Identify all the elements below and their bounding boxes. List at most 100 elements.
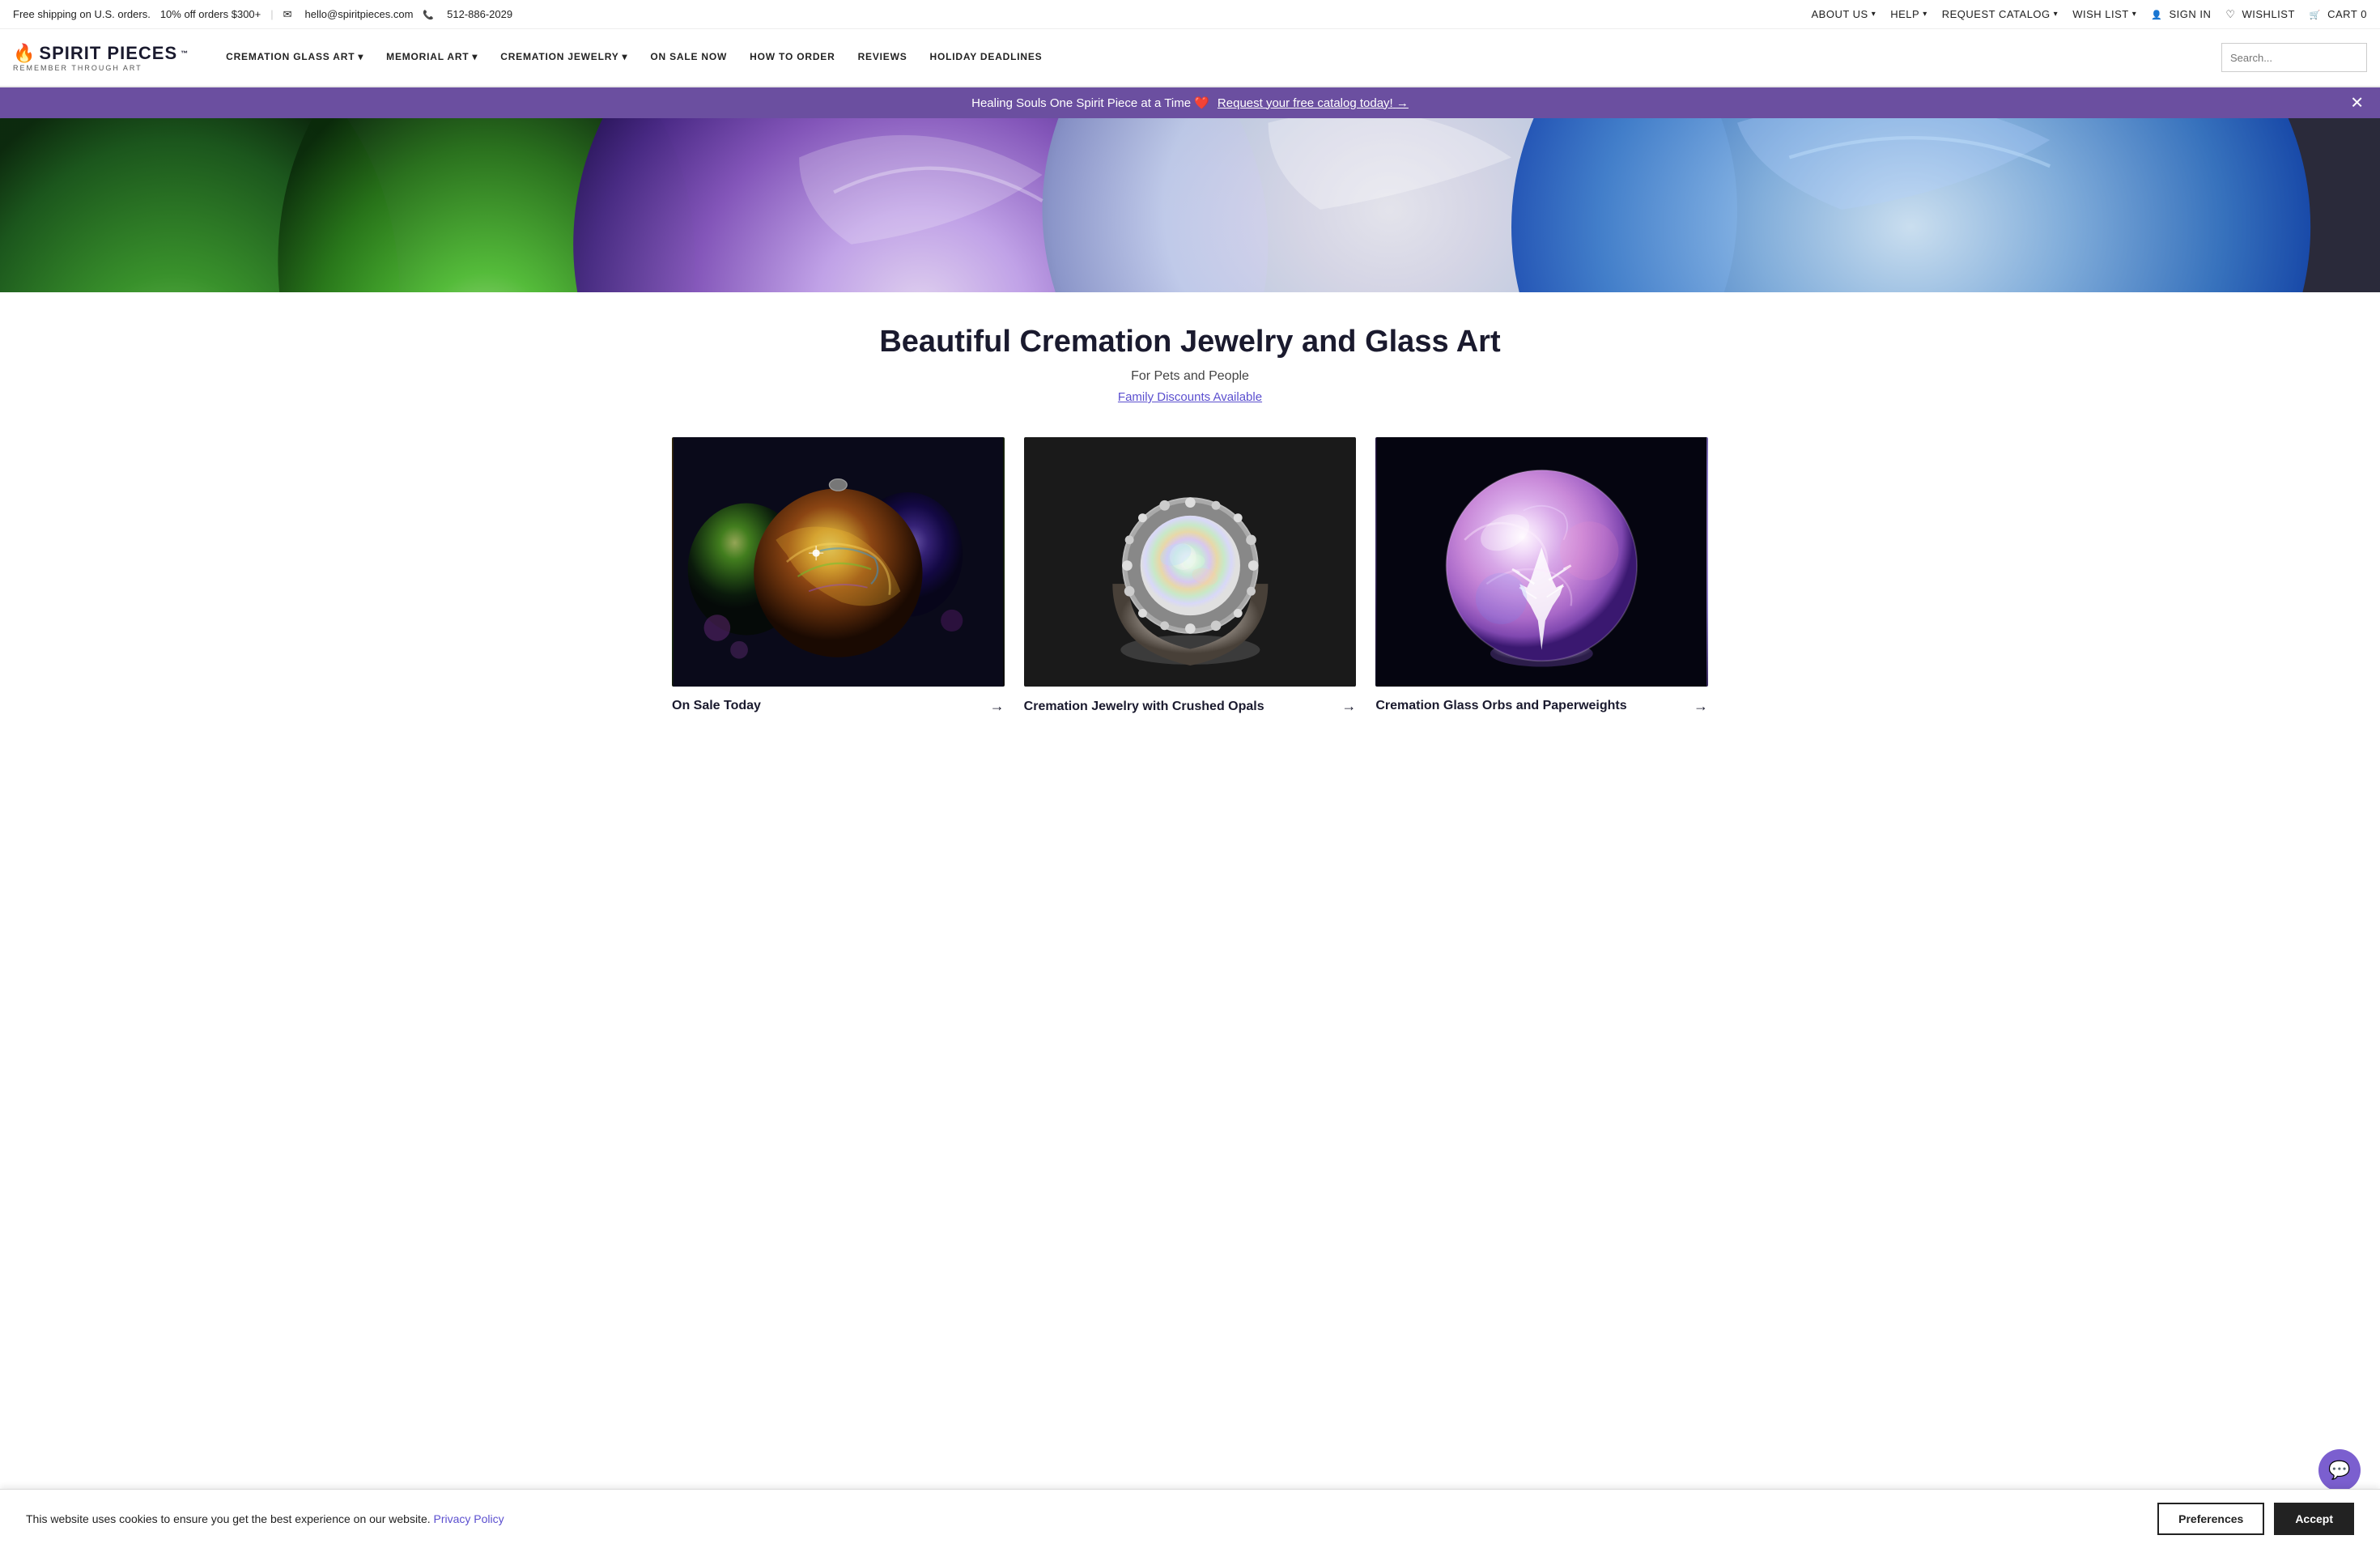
product-image-0	[672, 437, 1005, 687]
sign-in-nav[interactable]: SIGN IN	[2151, 8, 2211, 20]
product-label-0: On Sale Today →	[672, 687, 1005, 721]
nav-cremation-glass-art-chevron: ▾	[358, 51, 363, 62]
email-link[interactable]: hello@spiritpieces.com	[305, 8, 414, 20]
chat-bubble[interactable]: 💬	[2318, 1449, 2361, 1491]
nav-on-sale-now[interactable]: ON SALE NOW	[639, 28, 738, 87]
product-name-0: On Sale Today	[672, 699, 761, 713]
nav-memorial-art-label: MEMORIAL ART	[386, 51, 469, 62]
about-us-chevron: ▾	[1872, 10, 1876, 19]
product-card-0[interactable]: On Sale Today →	[672, 437, 1005, 721]
help-label: HELP	[1890, 8, 1919, 20]
about-us-label: ABOUT US	[1811, 8, 1868, 20]
promo-arrow: →	[1396, 96, 1409, 110]
logo-flame-icon: 🔥	[13, 43, 36, 64]
request-catalog-nav[interactable]: REQUEST CATALOG ▾	[1942, 8, 2058, 20]
help-nav[interactable]: HELP ▾	[1890, 8, 1927, 20]
nav-reviews[interactable]: REVIEWS	[847, 28, 919, 87]
wishlist-label: WISHLIST	[2242, 8, 2295, 20]
nav-holiday-deadlines[interactable]: HOLIDAY DEADLINES	[919, 28, 1054, 87]
divider-1: |	[270, 8, 273, 20]
ring-svg	[1024, 437, 1357, 687]
product-card-2[interactable]: Cremation Glass Orbs and Paperweights →	[1375, 437, 1708, 721]
help-chevron: ▾	[1923, 10, 1927, 19]
glass-orb-svg	[1375, 437, 1708, 687]
hero-title: Beautiful Cremation Jewelry and Glass Ar…	[672, 325, 1708, 359]
product-arrow-1[interactable]: →	[1341, 698, 1356, 715]
promo-banner: Healing Souls One Spirit Piece at a Time…	[0, 87, 2380, 118]
promo-catalog-link[interactable]: Request your free catalog today! →	[1218, 96, 1409, 110]
product-card-1[interactable]: Cremation Jewelry with Crushed Opals →	[1024, 437, 1357, 721]
wishlist-nav[interactable]: WISHLIST	[2225, 8, 2295, 21]
logo[interactable]: 🔥 SPIRIT PIECES ™ REMEMBER THROUGH ART	[13, 43, 189, 72]
nav-on-sale-now-label: ON SALE NOW	[650, 51, 727, 62]
nav-cremation-glass-art[interactable]: CREMATION GLASS ART ▾	[215, 28, 375, 87]
main-nav: 🔥 SPIRIT PIECES ™ REMEMBER THROUGH ART C…	[0, 29, 2380, 87]
cookie-buttons: Preferences Accept	[2157, 1503, 2354, 1535]
logo-trademark: ™	[181, 49, 189, 57]
product-grid: On Sale Today →	[672, 437, 1708, 721]
wish-list-label: WISH LIST	[2072, 8, 2129, 20]
product-arrow-2[interactable]: →	[1694, 698, 1708, 715]
cart-count: 0	[2361, 8, 2367, 20]
nav-how-to-order[interactable]: HOW TO ORDER	[738, 28, 846, 87]
shipping-extra-text: 10% off orders $300+	[160, 8, 261, 20]
nav-cremation-jewelry-label: CREMATION JEWELRY	[500, 51, 618, 62]
logo-tagline: REMEMBER THROUGH ART	[13, 64, 142, 72]
promo-text: Healing Souls One Spirit Piece at a Time…	[971, 96, 1209, 110]
nav-holiday-deadlines-label: HOLIDAY DEADLINES	[930, 51, 1043, 62]
cart-label: CART	[2327, 8, 2357, 20]
nav-cremation-jewelry-chevron: ▾	[623, 51, 628, 62]
promo-close-button[interactable]: ✕	[2350, 93, 2364, 113]
product-name-1: Cremation Jewelry with Crushed Opals	[1024, 700, 1264, 714]
ornament-svg	[672, 437, 1005, 687]
glass-orb-visual	[1375, 437, 1708, 687]
nav-memorial-art-chevron: ▾	[472, 51, 478, 62]
user-icon	[2151, 8, 2165, 20]
request-catalog-label: REQUEST CATALOG	[1942, 8, 2051, 20]
main-content: Beautiful Cremation Jewelry and Glass Ar…	[656, 292, 1724, 738]
cookie-bar: This website uses cookies to ensure you …	[0, 1489, 2380, 1548]
ring-visual	[1024, 437, 1357, 687]
email-icon	[283, 8, 295, 21]
cart-nav[interactable]: CART 0	[2310, 8, 2367, 20]
top-bar-left: Free shipping on U.S. orders. 10% off or…	[13, 8, 1798, 21]
about-us-nav[interactable]: ABOUT US ▾	[1811, 8, 1876, 20]
hero-svg	[0, 118, 2380, 292]
top-bar: Free shipping on U.S. orders. 10% off or…	[0, 0, 2380, 29]
family-discounts-link[interactable]: Family Discounts Available	[1118, 390, 1262, 404]
nav-reviews-label: REVIEWS	[858, 51, 907, 62]
top-bar-right: ABOUT US ▾ HELP ▾ REQUEST CATALOG ▾ WISH…	[1811, 8, 2367, 21]
nav-memorial-art[interactable]: MEMORIAL ART ▾	[375, 28, 489, 87]
promo-catalog-text: Request your free catalog today!	[1218, 96, 1393, 110]
sign-in-label: SIGN IN	[2169, 8, 2211, 20]
privacy-policy-link[interactable]: Privacy Policy	[434, 1512, 504, 1525]
hero-subtitle: For Pets and People	[672, 369, 1708, 384]
product-label-2: Cremation Glass Orbs and Paperweights →	[1375, 687, 1708, 721]
logo-name: 🔥 SPIRIT PIECES ™	[13, 43, 189, 64]
cart-icon	[2310, 8, 2324, 20]
product-name-2: Cremation Glass Orbs and Paperweights	[1375, 699, 1626, 713]
chat-icon: 💬	[2328, 1460, 2350, 1481]
nav-links: CREMATION GLASS ART ▾ MEMORIAL ART ▾ CRE…	[215, 28, 2221, 87]
heart-icon	[2225, 8, 2238, 21]
cookie-message: This website uses cookies to ensure you …	[26, 1512, 431, 1525]
ornament-visual	[672, 437, 1005, 687]
free-shipping-link[interactable]: Free shipping on U.S. orders.	[13, 8, 151, 20]
nav-cremation-jewelry[interactable]: CREMATION JEWELRY ▾	[489, 28, 639, 87]
nav-how-to-order-label: HOW TO ORDER	[750, 51, 835, 62]
hero-image	[0, 118, 2380, 292]
phone-link[interactable]: 512-886-2029	[447, 8, 512, 20]
wish-list-nav[interactable]: WISH LIST ▾	[2072, 8, 2136, 20]
product-arrow-0[interactable]: →	[990, 698, 1005, 715]
accept-button[interactable]: Accept	[2274, 1503, 2354, 1535]
request-catalog-chevron: ▾	[2054, 10, 2059, 19]
logo-text: SPIRIT PIECES	[39, 43, 177, 64]
cookie-text: This website uses cookies to ensure you …	[26, 1512, 504, 1525]
product-image-2	[1375, 437, 1708, 687]
phone-icon	[423, 8, 437, 20]
search-input[interactable]	[2221, 43, 2367, 72]
product-image-1	[1024, 437, 1357, 687]
preferences-button[interactable]: Preferences	[2157, 1503, 2264, 1535]
wish-list-chevron: ▾	[2132, 10, 2137, 19]
nav-cremation-glass-art-label: CREMATION GLASS ART	[226, 51, 355, 62]
